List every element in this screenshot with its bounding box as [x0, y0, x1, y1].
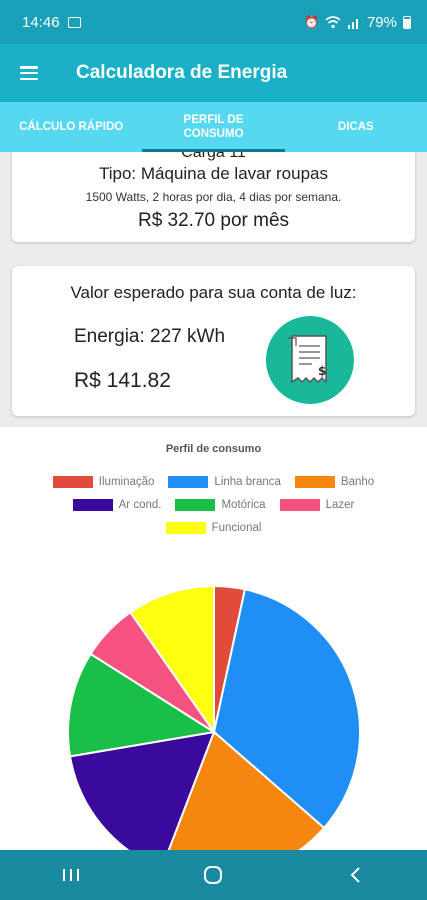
signal-icon: [347, 18, 358, 29]
recent-apps-icon: [63, 869, 80, 881]
system-nav-bar: [0, 850, 427, 900]
legend-swatch: [279, 499, 320, 511]
load-type: Tipo: Máquina de lavar roupas: [98, 164, 328, 183]
legend-swatch: [168, 476, 209, 488]
svg-text:$: $: [318, 364, 326, 378]
energy-value: Energia: 227 kWh: [74, 326, 226, 347]
legend-label: Lazer: [325, 499, 355, 511]
legend-label: Funcional: [211, 522, 262, 534]
battery-percent: 79%: [366, 13, 397, 31]
load-name: Carga 11: [181, 152, 246, 161]
legend-swatch: [72, 499, 113, 511]
app-bar: Calculadora de Energia: [0, 44, 427, 102]
legend-label: Motórica: [221, 499, 266, 511]
legend-item: Lazer: [279, 499, 355, 511]
legend-label: Banho: [340, 476, 375, 488]
load-card[interactable]: Carga 11 Tipo: Máquina de lavar roupas 1…: [12, 152, 415, 242]
legend-row-2: Ar cond. Motórica Lazer: [0, 499, 427, 511]
tab-label: CÁLCULO RÁPIDO: [19, 121, 124, 133]
legend-swatch: [52, 476, 93, 488]
battery-icon: [403, 15, 411, 29]
bill-card: Valor esperado para sua conta de luz: En…: [12, 266, 415, 416]
image-notification-icon: [67, 16, 81, 28]
legend-item: Linha branca: [168, 476, 281, 488]
tab-label: PERFIL DE CONSUMO: [183, 114, 244, 140]
bill-amount: R$ 141.82: [74, 369, 171, 392]
back-icon: [350, 867, 360, 883]
legend-swatch: [294, 476, 335, 488]
legend-swatch: [175, 499, 216, 511]
back-button[interactable]: [326, 855, 386, 895]
status-bar: 14:46 ⏰ 79%: [0, 0, 427, 44]
legend-swatch: [165, 522, 206, 534]
pie-chart: [67, 584, 361, 850]
status-time: 14:46: [22, 13, 60, 31]
recent-apps-button[interactable]: [41, 855, 101, 895]
wifi-icon: [325, 15, 341, 28]
legend-label: Iluminação: [98, 476, 155, 488]
legend-label: Ar cond.: [118, 499, 162, 511]
tab-label: DICAS: [337, 121, 374, 133]
legend-row-1: Iluminação Linha branca Banho: [0, 476, 427, 488]
receipt-dollar-icon: $: [266, 316, 354, 404]
tab-perfil-de-consumo[interactable]: PERFIL DE CONSUMO: [142, 102, 285, 152]
legend-item: Iluminação: [52, 476, 155, 488]
home-icon: [204, 866, 223, 884]
content-area[interactable]: Carga 11 Tipo: Máquina de lavar roupas 1…: [0, 152, 427, 850]
tab-calculo-rapido[interactable]: CÁLCULO RÁPIDO: [0, 102, 142, 152]
legend-label: Linha branca: [214, 476, 281, 488]
legend-item: Banho: [294, 476, 375, 488]
legend-item: Motórica: [175, 499, 266, 511]
chart-panel: Perfil de consumo Iluminação Linha branc…: [0, 427, 427, 850]
alarm-icon: ⏰: [304, 15, 319, 29]
tab-bar: CÁLCULO RÁPIDO PERFIL DE CONSUMO DICAS: [0, 102, 427, 152]
load-detail: 1500 Watts, 2 horas por dia, 4 dias por …: [85, 190, 342, 204]
legend-item: Funcional: [165, 522, 262, 534]
chart-title: Perfil de consumo: [165, 443, 262, 455]
home-button[interactable]: [183, 855, 243, 895]
legend-item: Ar cond.: [72, 499, 162, 511]
menu-icon[interactable]: [20, 66, 38, 80]
load-price: R$ 32.70 por mês: [137, 210, 290, 231]
bill-heading: Valor esperado para sua conta de luz:: [70, 283, 357, 302]
tab-dicas[interactable]: DICAS: [285, 102, 427, 152]
legend-row-3: Funcional: [0, 522, 427, 534]
app-title: Calculadora de Energia: [76, 62, 288, 83]
